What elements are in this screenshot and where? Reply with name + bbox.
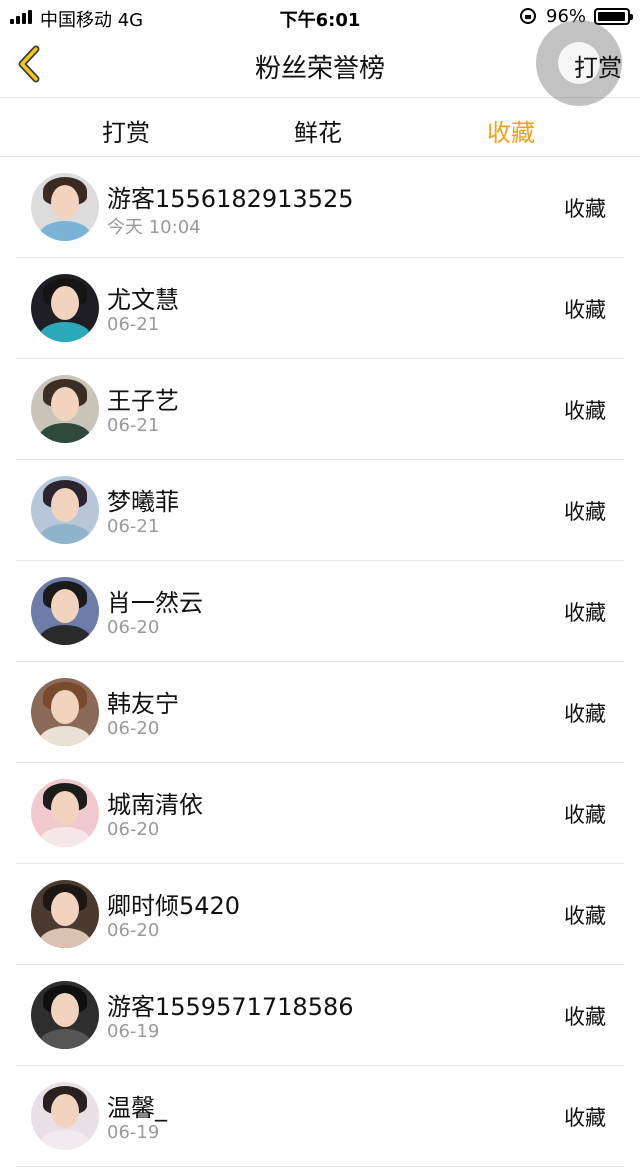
favorite-label: 收藏: [564, 298, 606, 322]
reward-button[interactable]: 打赏: [574, 48, 622, 83]
list-item[interactable]: 肖一然云 06-20 收藏: [0, 561, 640, 662]
avatar-face: [51, 892, 79, 926]
fan-name: 温馨_: [107, 1094, 167, 1122]
avatar-body: [39, 928, 91, 948]
favorite-label: 收藏: [564, 803, 606, 827]
fan-date: 今天 10:04: [107, 217, 201, 238]
avatar[interactable]: [31, 1082, 99, 1150]
battery-fill: [598, 12, 625, 21]
avatar-face: [51, 387, 79, 421]
list-item[interactable]: 卿时倾5420 06-20 收藏: [0, 864, 640, 965]
fan-name: 韩友宁: [107, 690, 179, 718]
list-item[interactable]: 尤文慧 06-21 收藏: [0, 258, 640, 359]
avatar-face: [51, 488, 79, 522]
avatar-body: [39, 726, 91, 746]
avatar[interactable]: [31, 274, 99, 342]
list-item[interactable]: 王子艺 06-21 收藏: [0, 359, 640, 460]
avatar-face: [51, 589, 79, 623]
fan-date: 06-19: [107, 1122, 160, 1143]
avatar-body: [39, 423, 91, 443]
list-item[interactable]: 韩友宁 06-20 收藏: [0, 662, 640, 763]
fan-name: 城南清依: [107, 791, 203, 819]
fan-date: 06-20: [107, 718, 160, 739]
favorite-label: 收藏: [564, 1005, 606, 1029]
fan-name: 尤文慧: [107, 286, 179, 314]
list-item[interactable]: 梦曦菲 06-21 收藏: [0, 460, 640, 561]
fan-name: 梦曦菲: [107, 488, 179, 516]
avatar-body: [39, 1029, 91, 1049]
tab-bar: 打赏 鲜花 收藏: [0, 99, 640, 157]
avatar-body: [39, 1130, 91, 1150]
favorite-label: 收藏: [564, 1106, 606, 1130]
clock: 下午6:01: [279, 10, 361, 31]
avatar[interactable]: [31, 476, 99, 544]
avatar-face: [51, 1094, 79, 1128]
avatar-face: [51, 791, 79, 825]
avatar[interactable]: [31, 880, 99, 948]
avatar-body: [39, 827, 91, 847]
status-bar: 中国移动 4G 下午6:01 96%: [0, 0, 640, 32]
tab-flowers[interactable]: 鲜花: [258, 113, 378, 148]
fan-date: 06-21: [107, 415, 160, 436]
avatar[interactable]: [31, 981, 99, 1049]
fan-list: 游客1556182913525 今天 10:04 收藏 尤文慧 06-21 收藏 王子艺 06…: [0, 157, 640, 1167]
tab-favorites[interactable]: 收藏: [451, 113, 571, 148]
avatar-body: [39, 322, 91, 342]
fan-name: 王子艺: [107, 387, 179, 415]
fan-date: 06-19: [107, 1021, 160, 1042]
avatar[interactable]: [31, 678, 99, 746]
avatar-face: [51, 286, 79, 320]
avatar[interactable]: [31, 173, 99, 241]
favorite-label: 收藏: [564, 904, 606, 928]
fan-name: 卿时倾5420: [107, 892, 241, 920]
fan-date: 06-20: [107, 920, 160, 941]
fan-date: 06-20: [107, 819, 160, 840]
avatar[interactable]: [31, 375, 99, 443]
avatar-body: [39, 625, 91, 645]
fan-date: 06-21: [107, 314, 160, 335]
list-item[interactable]: 温馨_ 06-19 收藏: [0, 1066, 640, 1167]
favorite-label: 收藏: [564, 601, 606, 625]
avatar[interactable]: [31, 577, 99, 645]
list-item[interactable]: 城南清依 06-20 收藏: [0, 763, 640, 864]
fan-date: 06-21: [107, 516, 160, 537]
fan-name: 游客1556182913525: [107, 185, 354, 213]
avatar-face: [51, 690, 79, 724]
orientation-lock-icon: [520, 8, 536, 24]
avatar-face: [51, 185, 79, 219]
fan-date: 06-20: [107, 617, 160, 638]
avatar-body: [39, 524, 91, 544]
favorite-label: 收藏: [564, 399, 606, 423]
nav-bar: 粉丝荣誉榜 打赏: [0, 20, 640, 106]
list-item[interactable]: 游客1556182913525 今天 10:04 收藏: [0, 157, 640, 258]
tab-reward[interactable]: 打赏: [66, 113, 186, 148]
favorite-label: 收藏: [564, 197, 606, 221]
fan-name: 肖一然云: [107, 589, 203, 617]
avatar-body: [39, 221, 91, 241]
favorite-label: 收藏: [564, 500, 606, 524]
list-item[interactable]: 游客1559571718586 06-19 收藏: [0, 965, 640, 1066]
favorite-label: 收藏: [564, 702, 606, 726]
avatar[interactable]: [31, 779, 99, 847]
battery-icon: [594, 8, 633, 25]
avatar-face: [51, 993, 79, 1027]
fan-name: 游客1559571718586: [107, 993, 354, 1021]
